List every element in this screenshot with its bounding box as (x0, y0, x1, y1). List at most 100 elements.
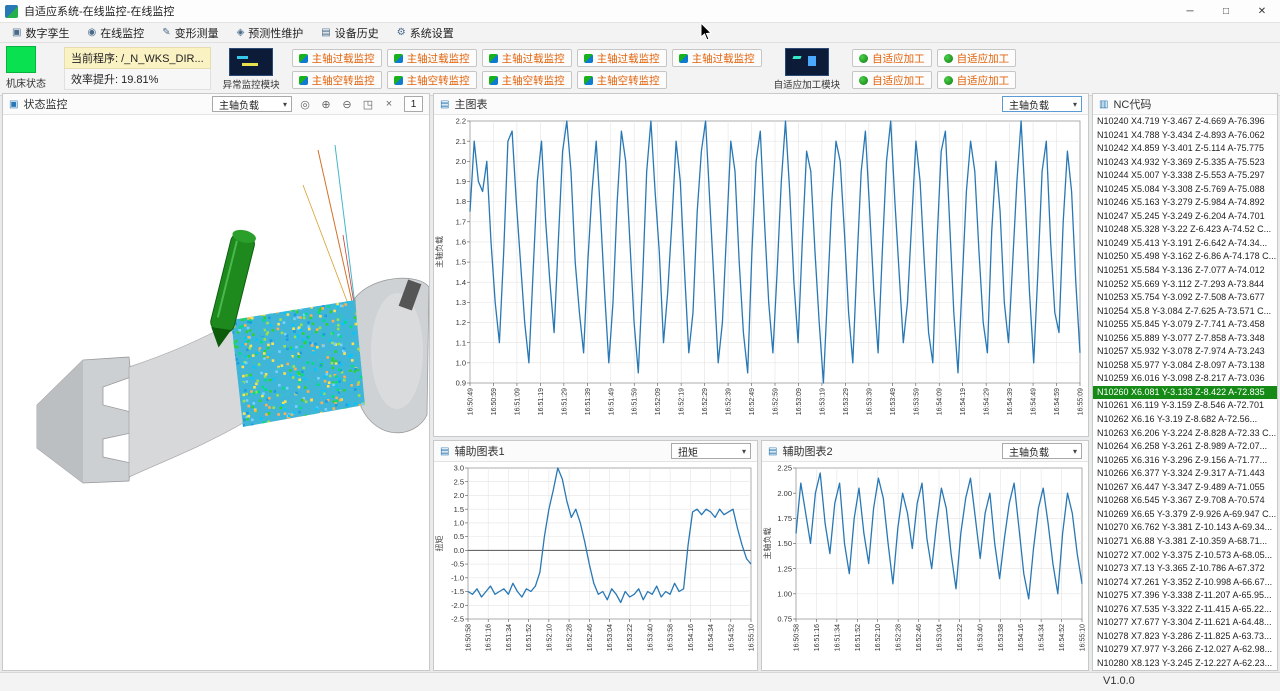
nc-line[interactable]: N10270 X6.762 Y-3.381 Z-10.143 A-69.34..… (1093, 521, 1277, 535)
adaptive-button-1-1[interactable]: 自适应加工 (937, 71, 1017, 89)
nc-line[interactable]: N10249 X5.413 Y-3.191 Z-6.642 A-74.34... (1093, 237, 1277, 251)
chart-icon: ▤ (440, 99, 449, 110)
svg-text:扭矩: 扭矩 (434, 536, 444, 552)
nc-line[interactable]: N10250 X5.498 Y-3.162 Z-6.86 A-74.178 C.… (1093, 250, 1277, 264)
aux-chart2-dropdown[interactable]: 主轴负载 ▾ (1002, 443, 1082, 459)
digital-twin-icon: ▣ (12, 27, 21, 38)
fit-view-icon[interactable]: ◳ (360, 98, 376, 111)
svg-text:16:54:16: 16:54:16 (1018, 624, 1025, 651)
nc-line[interactable]: N10252 X5.669 Y-3.112 Z-7.293 A-73.844 (1093, 278, 1277, 292)
nc-line[interactable]: N10261 X6.119 Y-3.159 Z-8.546 A-72.701 (1093, 399, 1277, 413)
spindle-monitor-button-0-4[interactable]: 主轴过载监控 (672, 49, 762, 67)
nc-line[interactable]: N10277 X7.677 Y-3.304 Z-11.621 A-64.48..… (1093, 616, 1277, 630)
nc-line[interactable]: N10247 X5.245 Y-3.249 Z-6.204 A-74.701 (1093, 210, 1277, 224)
model-3d[interactable] (3, 115, 429, 671)
menu-item-deform-measure[interactable]: ✎变形测量 (153, 23, 227, 42)
adaptive-module-icon (785, 48, 829, 76)
page-indicator[interactable]: 1 (404, 96, 423, 112)
spindle-monitor-button-0-1[interactable]: 主轴过载监控 (387, 49, 477, 67)
main-chart-dropdown[interactable]: 主轴负载 ▾ (1002, 96, 1082, 112)
nc-line[interactable]: N10243 X4.932 Y-3.369 Z-5.335 A-75.523 (1093, 156, 1277, 170)
adaptive-button-1-0[interactable]: 自适应加工 (852, 71, 932, 89)
nc-line[interactable]: N10267 X6.447 Y-3.347 Z-9.489 A-71.055 (1093, 481, 1277, 495)
nc-line[interactable]: N10241 X4.788 Y-3.434 Z-4.893 A-76.062 (1093, 129, 1277, 143)
nc-line[interactable]: N10278 X7.823 Y-3.286 Z-11.825 A-63.73..… (1093, 630, 1277, 644)
nc-line[interactable]: N10253 X5.754 Y-3.092 Z-7.508 A-73.677 (1093, 291, 1277, 305)
nc-line[interactable]: N10274 X7.261 Y-3.352 Z-10.998 A-66.67..… (1093, 576, 1277, 590)
nc-line[interactable]: N10273 X7.13 Y-3.365 Z-10.786 A-67.372 (1093, 562, 1277, 576)
nc-line[interactable]: N10280 X8.123 Y-3.245 Z-12.227 A-62.23..… (1093, 657, 1277, 671)
adaptive-button-0-0[interactable]: 自适应加工 (852, 49, 932, 67)
menu-item-digital-twin[interactable]: ▣数字孪生 (3, 23, 78, 42)
spindle-monitor-icon (489, 54, 498, 63)
nc-line-selected[interactable]: N10260 X6.081 Y-3.133 Z-8.422 A-72.835 (1093, 386, 1277, 400)
nc-line[interactable]: N10255 X5.845 Y-3.079 Z-7.741 A-73.458 (1093, 318, 1277, 332)
nc-line[interactable]: N10262 X6.16 Y-3.19 Z-8.682 A-72.56... (1093, 413, 1277, 427)
nc-line[interactable]: N10246 X5.163 Y-3.279 Z-5.984 A-74.892 (1093, 196, 1277, 210)
close-button[interactable]: ✕ (1244, 0, 1280, 22)
aux-chart1-dropdown[interactable]: 扭矩 ▾ (671, 443, 751, 459)
nc-line[interactable]: N10240 X4.719 Y-3.467 Z-4.669 A-76.396 (1093, 115, 1277, 129)
nc-line[interactable]: N10251 X5.584 Y-3.136 Z-7.077 A-74.012 (1093, 264, 1277, 278)
spindle-monitor-button-0-2[interactable]: 主轴过载监控 (482, 49, 572, 67)
nc-line[interactable]: N10275 X7.396 Y-3.338 Z-11.207 A-65.95..… (1093, 589, 1277, 603)
nc-line[interactable]: N10272 X7.002 Y-3.375 Z-10.573 A-68.05..… (1093, 549, 1277, 563)
spindle-monitor-button-0-0[interactable]: 主轴过载监控 (292, 49, 382, 67)
nc-line[interactable]: N10258 X5.977 Y-3.084 Z-8.097 A-73.138 (1093, 359, 1277, 373)
nc-code-icon: ▥ (1099, 99, 1108, 110)
nc-line[interactable]: N10269 X6.65 Y-3.379 Z-9.926 A-69.947 C.… (1093, 508, 1277, 522)
svg-text:2.1: 2.1 (456, 137, 466, 146)
adaptive-module[interactable]: 自适应加工模块 (774, 48, 841, 91)
svg-text:16:53:40: 16:53:40 (977, 624, 984, 651)
zoom-in-icon[interactable]: ⊕ (318, 98, 334, 111)
button-label: 主轴空转监控 (407, 73, 470, 88)
minimize-button[interactable]: ─ (1172, 0, 1208, 22)
menu-item-label: 设备历史 (335, 25, 379, 41)
clear-view-icon[interactable]: × (381, 98, 397, 110)
svg-text:1.0: 1.0 (456, 358, 466, 367)
nc-line[interactable]: N10248 X5.328 Y-3.22 Z-6.423 A-74.52 C..… (1093, 223, 1277, 237)
nc-code-list: N10240 X4.719 Y-3.467 Z-4.669 A-76.396N1… (1093, 115, 1277, 670)
zoom-out-icon[interactable]: ⊖ (339, 98, 355, 111)
nc-line[interactable]: N10242 X4.859 Y-3.401 Z-5.114 A-75.775 (1093, 142, 1277, 156)
nc-line[interactable]: N10264 X6.258 Y-3.261 Z-8.989 A-72.07... (1093, 440, 1277, 454)
svg-text:3.0: 3.0 (454, 464, 464, 473)
nc-line[interactable]: N10268 X6.545 Y-3.367 Z-9.708 A-70.574 (1093, 494, 1277, 508)
spindle-monitor-button-1-0[interactable]: 主轴空转监控 (292, 71, 382, 89)
nc-line[interactable]: N10263 X6.206 Y-3.224 Z-8.828 A-72.33 C.… (1093, 427, 1277, 441)
aux-chart2-title: 辅助图表2 (782, 443, 832, 459)
online-monitor-icon: ◉ (87, 27, 96, 38)
menu-item-device-history[interactable]: ▤设备历史 (312, 23, 387, 42)
svg-text:16:52:59: 16:52:59 (773, 388, 780, 415)
nc-line[interactable]: N10279 X7.977 Y-3.266 Z-12.027 A-62.98..… (1093, 643, 1277, 657)
svg-text:16:55:09: 16:55:09 (1078, 388, 1085, 415)
anomaly-module[interactable]: 异常监控模块 (223, 48, 280, 91)
maximize-button[interactable]: □ (1208, 0, 1244, 22)
spindle-monitor-button-1-1[interactable]: 主轴空转监控 (387, 71, 477, 89)
spindle-monitor-button-1-2[interactable]: 主轴空转监控 (482, 71, 572, 89)
model-viewport[interactable] (3, 115, 429, 671)
svg-text:16:54:49: 16:54:49 (1031, 388, 1038, 415)
reset-view-icon[interactable]: ◎ (297, 98, 313, 111)
nc-line[interactable]: N10256 X5.889 Y-3.077 Z-7.858 A-73.348 (1093, 332, 1277, 346)
nc-line[interactable]: N10245 X5.084 Y-3.308 Z-5.769 A-75.088 (1093, 183, 1277, 197)
nc-line[interactable]: N10265 X6.316 Y-3.296 Z-9.156 A-71.77... (1093, 454, 1277, 468)
svg-text:16:53:40: 16:53:40 (647, 624, 654, 651)
spindle-monitor-button-1-3[interactable]: 主轴空转监控 (577, 71, 667, 89)
menu-item-system-settings[interactable]: ⚙系统设置 (388, 23, 463, 42)
nc-line[interactable]: N10271 X6.88 Y-3.381 Z-10.359 A-68.71... (1093, 535, 1277, 549)
chevron-down-icon: ▾ (1073, 100, 1077, 109)
nc-line[interactable]: N10244 X5.007 Y-3.338 Z-5.553 A-75.297 (1093, 169, 1277, 183)
svg-text:16:51:29: 16:51:29 (561, 388, 568, 415)
nc-line[interactable]: N10254 X5.8 Y-3.084 Z-7.625 A-73.571 C..… (1093, 305, 1277, 319)
menu-item-online-monitor[interactable]: ◉在线监控 (78, 23, 153, 42)
nc-line[interactable]: N10276 X7.535 Y-3.322 Z-11.415 A-65.22..… (1093, 603, 1277, 617)
status-view-dropdown[interactable]: 主轴负载 ▾ (212, 96, 292, 112)
nc-line[interactable]: N10257 X5.932 Y-3.078 Z-7.974 A-73.243 (1093, 345, 1277, 359)
adaptive-button-0-1[interactable]: 自适应加工 (937, 49, 1017, 67)
svg-text:16:53:19: 16:53:19 (819, 388, 826, 415)
nc-line[interactable]: N10266 X6.377 Y-3.324 Z-9.317 A-71.443 (1093, 467, 1277, 481)
nc-line[interactable]: N10259 X6.016 Y-3.098 Z-8.217 A-73.036 (1093, 372, 1277, 386)
menu-item-predictive-maintenance[interactable]: ◈预测性维护 (228, 23, 313, 42)
spindle-monitor-button-0-3[interactable]: 主轴过载监控 (577, 49, 667, 67)
